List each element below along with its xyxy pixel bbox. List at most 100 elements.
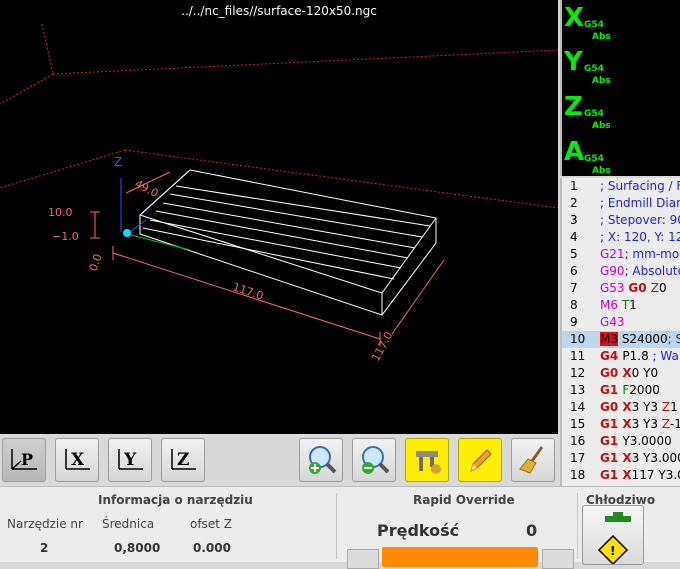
gcode-line-number: 3	[570, 213, 578, 227]
gcode-listing[interactable]: 1 ; Surfacing / Fl 2 ; Endmill Diam 3 ; Stepo…	[560, 178, 680, 486]
gcode-line-number: 6	[570, 264, 578, 278]
dro-coord-system: G54	[584, 109, 604, 119]
gcode-token: X	[622, 400, 632, 414]
gcode-token: G43	[600, 315, 625, 329]
status-panels: Informacja o narzędziu Narzędzie nr Śred…	[0, 486, 680, 569]
gcode-token: G1	[600, 434, 623, 448]
gcode-line[interactable]: 13 G1 F2000	[562, 382, 680, 399]
gcode-line-number: 13	[570, 383, 586, 397]
gcode-token: ; Stepover: 90%	[600, 213, 680, 227]
gcode-token: Y0	[643, 366, 659, 380]
gcode-line[interactable]: 16 G1 Y3.0000	[562, 433, 680, 450]
svg-text:X: X	[71, 450, 85, 470]
dro-coord-system: G54	[584, 20, 604, 30]
z-axis-label: Z	[114, 155, 122, 169]
gcode-line[interactable]: 7 G53 G0 Z0	[562, 280, 680, 297]
dim-left-a-label: 10.0	[48, 206, 73, 219]
dro-mode: Abs	[592, 121, 611, 131]
dim-front-label: 0.0	[87, 252, 105, 273]
gcode-token: 2000	[629, 383, 660, 397]
gcode-token: Z	[661, 400, 671, 414]
gcode-line[interactable]: 10 M3 S24000; Sp	[562, 331, 680, 348]
toolpath-lines	[139, 169, 437, 316]
gcode-token: ; Wait	[652, 349, 680, 363]
dro-mode: Abs	[592, 166, 611, 176]
gcode-token: G90	[600, 264, 625, 278]
gcode-token: G1	[600, 383, 623, 397]
gcode-line[interactable]: 18 G1 X117 Y3.000	[562, 467, 680, 484]
gcode-line[interactable]: 9 G43	[562, 314, 680, 331]
zoom-out-button[interactable]	[352, 438, 396, 482]
gcode-line-number: 17	[570, 451, 586, 465]
gcode-line-text: ; Endmill Diam	[600, 195, 680, 212]
gcode-token: G1	[600, 468, 623, 482]
view-x-button[interactable]: X	[55, 438, 99, 482]
gcode-token: 1	[629, 298, 637, 312]
preview-3d-viewport[interactable]: Z 49.0 10.0 −1.0 0.0 117.0 117.0 ../../n…	[0, 0, 558, 434]
gcode-line-text: ; Surfacing / Fl	[600, 178, 680, 195]
gcode-token: 3 Y3.0000	[631, 451, 680, 465]
gcode-token: G0	[600, 366, 623, 380]
dim-bottom-label: 117.0	[231, 280, 265, 302]
rapid-override-slider[interactable]	[382, 547, 538, 567]
gcode-line-text: G1 X3 Y3.0000	[600, 450, 680, 467]
gcode-token: 3 Y3	[631, 400, 662, 414]
gcode-line-number: 1	[570, 179, 578, 193]
panel-divider	[336, 493, 337, 559]
gcode-line[interactable]: 11 G4 P1.8 ; Wait	[562, 348, 680, 365]
zoom-in-button[interactable]	[299, 438, 343, 482]
panel-divider	[577, 493, 578, 559]
gcode-token: 3 Y3	[631, 417, 662, 431]
gcode-line[interactable]: 8 M6 T1	[562, 297, 680, 314]
gcode-line-text: G1 F2000	[600, 382, 660, 399]
rapid-increase-button[interactable]	[542, 549, 574, 569]
view-z-button[interactable]: Z	[161, 438, 205, 482]
gcode-line[interactable]: 3 ; Stepover: 90%	[562, 212, 680, 229]
gcode-line[interactable]: 4 ; X: 120, Y: 120	[562, 229, 680, 246]
gcode-token: X	[622, 417, 632, 431]
file-path-title: ../../nc_files//surface-120x50.ngc	[181, 4, 377, 18]
rapid-decrease-button[interactable]	[347, 549, 379, 569]
gcode-token: G1	[600, 417, 623, 431]
gcode-line-text: ; Stepover: 90%	[600, 212, 680, 229]
gcode-line-text: G0 X0 Y0	[600, 365, 658, 382]
gcode-token: Y3.0000	[622, 434, 672, 448]
offset-z-value: 0.000	[193, 541, 231, 555]
view-perspective-icon: P	[11, 449, 37, 470]
view-y-button[interactable]: Y	[108, 438, 152, 482]
tool-settings-button[interactable]	[405, 438, 449, 482]
gcode-line[interactable]: 1 ; Surfacing / Fl	[562, 178, 680, 195]
gcode-line[interactable]: 12 G0 X0 Y0	[562, 365, 680, 382]
view-p-button[interactable]: P	[2, 438, 46, 482]
dro-panel: X G54 Abs Y G54 Abs Z G54 Abs A G54 Abs	[560, 0, 680, 176]
gcode-token: G4	[600, 349, 623, 363]
gcode-line[interactable]: 2 ; Endmill Diam	[562, 195, 680, 212]
gcode-token: S24000	[618, 332, 668, 346]
gcode-token: G53	[600, 281, 629, 295]
gcode-line-text: G1 X117 Y3.000	[600, 467, 680, 484]
gcode-token: X	[622, 451, 632, 465]
dro-axis-letter: Z	[564, 92, 583, 122]
gcode-token: P1.8	[622, 349, 649, 363]
coolant-button[interactable]: !	[582, 505, 644, 566]
gcode-line[interactable]: 17 G1 X3 Y3.0000	[562, 450, 680, 467]
gcode-line[interactable]: 14 G0 X3 Y3 Z1	[562, 399, 680, 416]
gcode-token: 1	[670, 400, 678, 414]
gcode-line-number: 4	[570, 230, 578, 244]
dro-mode: Abs	[592, 76, 611, 86]
gcode-line-text: ; X: 120, Y: 120	[600, 229, 680, 246]
tool-position-marker	[123, 229, 131, 237]
dim-right-label: 117.0	[369, 329, 395, 363]
edit-button[interactable]	[458, 438, 502, 482]
gcode-line-number: 18	[570, 468, 586, 482]
gcode-token: 117 Y3.000	[631, 468, 680, 482]
diameter-value: 0,8000	[114, 541, 161, 555]
gcode-line[interactable]: 15 G1 X3 Y3 Z-1	[562, 416, 680, 433]
coolant-icon: !	[597, 512, 631, 566]
clear-preview-button[interactable]	[511, 438, 555, 482]
gcode-token: 0	[631, 366, 644, 380]
gcode-token: X	[622, 366, 632, 380]
gcode-line[interactable]: 5 G21; mm-mode	[562, 246, 680, 263]
gcode-token: ; Sp	[667, 332, 680, 346]
gcode-line[interactable]: 6 G90; Absolute	[562, 263, 680, 280]
